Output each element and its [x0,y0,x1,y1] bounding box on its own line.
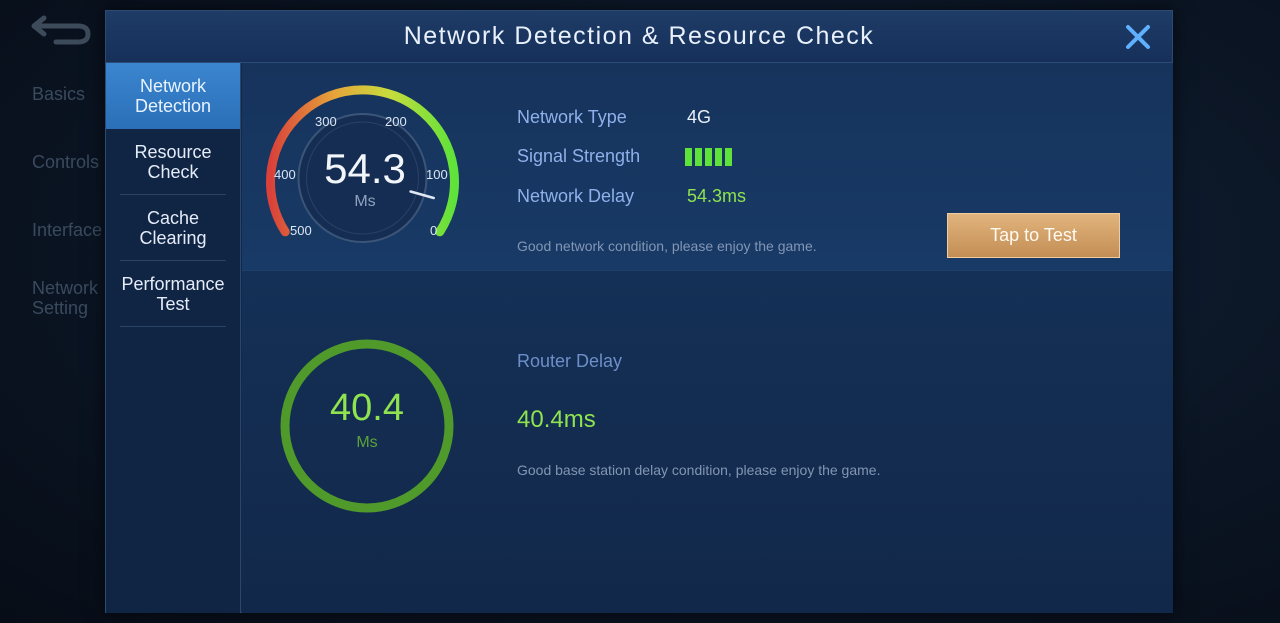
router-delay-value: 40.4ms [517,406,596,433]
tab-network-detection[interactable]: Network Detection [106,63,240,129]
router-delay-panel: 40.4 Ms Router Delay 40.4ms Good base st… [242,271,1173,613]
router-hint: Good base station delay condition, pleas… [517,462,881,478]
dialog-title: Network Detection & Resource Check [403,22,875,50]
bg-menu-interface: Interface [32,220,103,240]
network-detection-dialog: Network Detection & Resource Check Netwo… [105,10,1173,613]
router-ring-unit: Ms [356,434,378,451]
close-icon [1126,25,1150,49]
router-ring-value: 40.4 [330,387,404,429]
dialog-sidebar: Network Detection Resource Check Cache C… [106,63,241,613]
network-type-value: 4G [687,107,712,127]
network-delay-label: Network Delay [517,186,635,206]
router-delay-ring: 40.4 Ms [278,337,456,515]
signal-strength-bars [685,148,732,166]
gauge-tick-500: 500 [290,223,312,238]
background-settings-menu: Basics Controls Interface Network Settin… [0,60,110,332]
bg-menu-network-setting: Network Setting [32,278,99,318]
network-hint: Good network condition, please enjoy the… [517,238,817,254]
gauge-value: 54.3 [324,145,406,192]
signal-bar [705,148,712,166]
gauge-tick-200: 200 [385,114,407,129]
gauge-unit: Ms [354,193,376,210]
close-button[interactable] [1118,17,1158,57]
signal-bar [715,148,722,166]
network-type-label: Network Type [517,107,627,127]
signal-bar [695,148,702,166]
signal-bar [685,148,692,166]
latency-gauge: 500 400 300 200 100 0 54.3 Ms [260,77,470,252]
tap-to-test-button[interactable]: Tap to Test [947,213,1120,258]
bg-menu-basics: Basics [32,84,86,104]
dialog-header: Network Detection & Resource Check [106,11,1172,63]
signal-bar [725,148,732,166]
signal-strength-label: Signal Strength [517,146,641,166]
bg-menu-controls: Controls [32,152,100,172]
tab-resource-check[interactable]: Resource Check [106,129,240,195]
gauge-tick-0: 0 [430,223,438,238]
tab-performance-test[interactable]: Performance Test [106,261,240,327]
tab-cache-clearing[interactable]: Cache Clearing [106,195,240,261]
gauge-tick-300: 300 [315,114,337,129]
router-delay-label: Router Delay [517,351,623,371]
network-delay-panel: 500 400 300 200 100 0 54.3 Ms Network Ty… [242,63,1173,271]
network-delay-value: 54.3ms [687,186,747,206]
back-arrow-icon [30,10,94,46]
